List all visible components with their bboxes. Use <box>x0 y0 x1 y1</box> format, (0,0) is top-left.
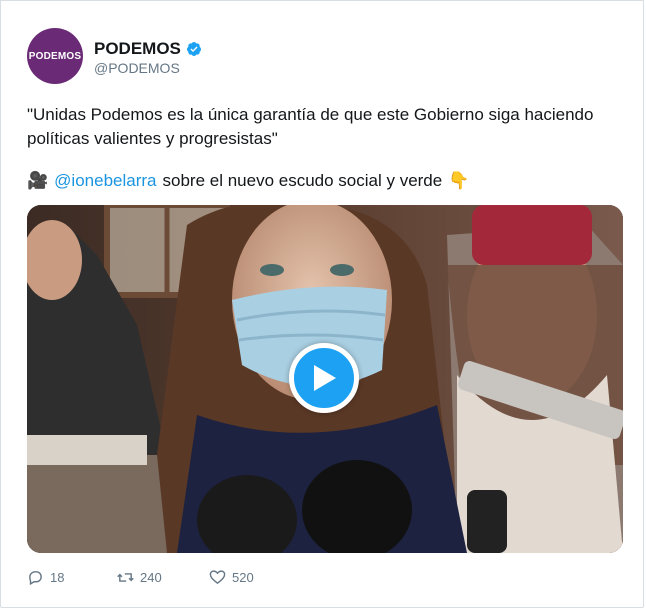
tweet-text: "Unidas Podemos es la única garantía de … <box>27 105 594 148</box>
reply-button[interactable]: 18 <box>27 569 117 586</box>
name-row: PODEMOS <box>94 39 202 59</box>
heart-icon <box>209 570 226 585</box>
avatar-text: PODEMOS <box>28 50 82 62</box>
camera-emoji: 🎥 <box>27 171 49 190</box>
mention-suffix: sobre el nuevo escudo social y verde <box>162 171 443 190</box>
retweet-count: 240 <box>140 570 162 585</box>
display-name[interactable]: PODEMOS <box>94 39 181 59</box>
reply-icon <box>29 571 42 586</box>
avatar[interactable]: PODEMOS <box>27 28 83 84</box>
reply-count: 18 <box>50 570 65 585</box>
play-icon <box>314 365 336 391</box>
mention-link[interactable]: @ionebelarra <box>54 169 156 193</box>
retweet-button[interactable]: 240 <box>117 569 209 586</box>
verified-badge-icon <box>186 42 201 56</box>
tweet-card: PODEMOS PODEMOS @PODEMOS "Unidas Podemos… <box>0 0 644 608</box>
pointing-emoji: 👇 <box>448 171 470 190</box>
retweet-icon <box>117 573 134 582</box>
tweet-text-line2: 🎥 @ionebelarra sobre el nuevo escudo soc… <box>27 169 469 193</box>
account-handle[interactable]: @PODEMOS <box>94 60 180 76</box>
play-button[interactable] <box>289 343 359 413</box>
like-button[interactable]: 520 <box>209 569 254 586</box>
tweet-actions: 18 240 520 <box>27 569 254 586</box>
like-count: 520 <box>232 570 254 585</box>
